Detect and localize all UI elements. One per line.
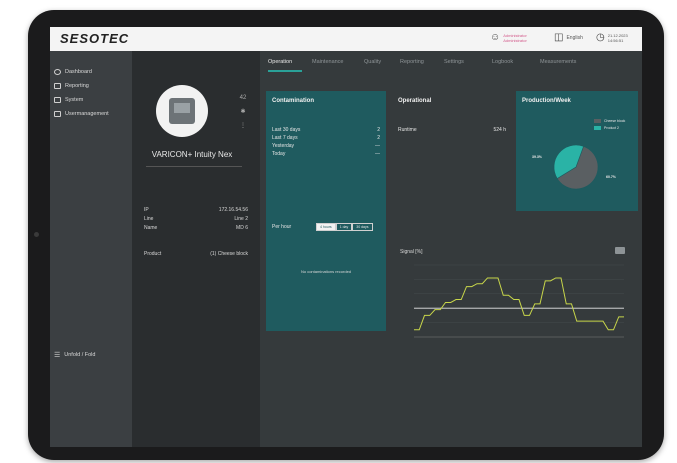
clock-icon bbox=[54, 69, 61, 75]
detail-key: Product bbox=[144, 251, 162, 257]
range-30-days[interactable]: 30 days bbox=[352, 223, 373, 231]
contamination-row: Yesterday — bbox=[272, 143, 380, 149]
range-1-day[interactable]: 1 day bbox=[335, 223, 353, 231]
report-icon bbox=[54, 83, 61, 89]
users-icon bbox=[54, 111, 61, 117]
detail-key: IP bbox=[144, 207, 149, 213]
pie-label-1: 39.3% bbox=[532, 155, 542, 159]
device-image bbox=[156, 85, 208, 137]
signal-series-line bbox=[414, 277, 624, 331]
row-label: Last 30 days bbox=[272, 127, 301, 133]
top-bar: SESOTEC ☺ Administrator Administrator ◫ … bbox=[50, 27, 642, 51]
sidebar-item-label: System bbox=[65, 97, 84, 103]
contamination-row: Today — bbox=[272, 151, 380, 157]
tab-reporting[interactable]: Reporting bbox=[400, 59, 424, 65]
language-icon: ◫ bbox=[554, 32, 564, 43]
device-detail-ip: IP 172.16.54.56 bbox=[144, 207, 248, 213]
device-side-icons: 42 ✱ ⋮ bbox=[236, 91, 250, 133]
row-value: 2 bbox=[377, 135, 380, 141]
row-label: Today bbox=[272, 151, 286, 157]
sidebar-item-dashboard[interactable]: Dashboard bbox=[54, 69, 92, 75]
tablet-camera bbox=[34, 232, 39, 237]
card-title: Contamination bbox=[272, 98, 314, 104]
tab-logbook[interactable]: Logbook bbox=[492, 59, 513, 65]
range-4-hours[interactable]: 4 hours bbox=[316, 223, 336, 231]
production-pie-chart bbox=[553, 144, 599, 190]
user-menu[interactable]: ☺ Administrator Administrator bbox=[490, 32, 527, 44]
contamination-row: Last 30 days 2 bbox=[272, 127, 380, 133]
device-panel: 42 ✱ ⋮ VARICON+ Intuity Nex IP 172.16.54… bbox=[132, 51, 260, 447]
signal-chart-label: Signal [%] bbox=[400, 249, 423, 255]
tab-settings[interactable]: Settings bbox=[444, 59, 464, 65]
sidebar: Dashboard Reporting System Usermanagemen… bbox=[50, 51, 132, 447]
sidebar-item-label: Dashboard bbox=[65, 69, 92, 75]
runtime-row: Runtime 524 h bbox=[398, 127, 506, 133]
tab-operation[interactable]: Operation bbox=[268, 59, 292, 65]
device-detail-line: Line Line 2 bbox=[144, 216, 248, 222]
sidebar-item-reporting[interactable]: Reporting bbox=[54, 83, 89, 89]
range-selector: 4 hours 1 day 30 days bbox=[316, 223, 373, 231]
more-icon[interactable]: ⋮ bbox=[236, 119, 250, 133]
language-selector[interactable]: ◫ English bbox=[554, 33, 583, 43]
row-value: — bbox=[375, 143, 380, 149]
row-value: 524 h bbox=[493, 127, 506, 133]
tab-maintenance[interactable]: Maintenance bbox=[312, 59, 344, 65]
signal-options-button[interactable] bbox=[615, 247, 625, 254]
sidebar-item-usermanagement[interactable]: Usermanagement bbox=[54, 111, 109, 117]
detail-key: Name bbox=[144, 225, 158, 231]
row-label: Runtime bbox=[398, 127, 417, 133]
contamination-card: Contamination Last 30 days 2 Last 7 days… bbox=[266, 91, 386, 331]
device-detail-name: Name MD 6 bbox=[144, 225, 248, 231]
card-title: Operational bbox=[398, 98, 432, 104]
row-value: — bbox=[375, 151, 380, 157]
detail-value: MD 6 bbox=[236, 225, 248, 231]
contamination-row: Last 7 days 2 bbox=[272, 135, 380, 141]
metal-detector-icon bbox=[169, 98, 195, 124]
clock-icon: ◷ bbox=[596, 32, 605, 43]
per-hour-label: Per hour bbox=[272, 224, 292, 230]
sidebar-item-label: Reporting bbox=[65, 83, 89, 89]
language-label: English bbox=[566, 35, 583, 41]
device-product: Product (1) Cheese block bbox=[144, 251, 248, 257]
sidebar-collapse-button[interactable]: ☰ Unfold / Fold bbox=[54, 351, 95, 359]
no-contamination-message: No contaminations recorded bbox=[300, 269, 352, 274]
row-label: Yesterday bbox=[272, 143, 295, 149]
system-icon bbox=[54, 97, 61, 103]
detail-value: (1) Cheese block bbox=[210, 251, 248, 257]
datetime: ◷ 21.12.2023 14:56:51 bbox=[596, 32, 628, 44]
main-content: Operation Maintenance Quality Reporting … bbox=[260, 51, 642, 447]
tab-bar: Operation Maintenance Quality Reporting … bbox=[260, 51, 642, 73]
pie-label-2: 60.7% bbox=[606, 175, 616, 179]
sidebar-collapse-label: Unfold / Fold bbox=[64, 352, 96, 358]
active-tab-indicator bbox=[268, 70, 302, 72]
settings-icon[interactable]: ✱ bbox=[236, 105, 250, 119]
detail-key: Line bbox=[144, 216, 154, 222]
detail-value: Line 2 bbox=[234, 216, 248, 222]
signal-line-chart bbox=[414, 264, 624, 338]
row-label: Last 7 days bbox=[272, 135, 298, 141]
production-week-card: Production/Week Cheese block Product 2 3… bbox=[516, 91, 638, 211]
user-icon: ☺ bbox=[490, 32, 501, 43]
detail-value: 172.16.54.56 bbox=[218, 207, 248, 213]
tab-measurements[interactable]: Measurements bbox=[540, 59, 576, 65]
tab-quality[interactable]: Quality bbox=[364, 59, 381, 65]
sesotec-logo: SESOTEC bbox=[60, 31, 130, 46]
menu-icon: ☰ bbox=[54, 352, 61, 359]
divider bbox=[146, 166, 242, 167]
device-name: VARICON+ Intuity Nex bbox=[151, 150, 233, 159]
time-text: 14:56:51 bbox=[607, 38, 624, 43]
operational-card: Operational Runtime 524 h bbox=[392, 91, 510, 211]
device-counter: 42 bbox=[239, 95, 247, 101]
app-screen: SESOTEC ☺ Administrator Administrator ◫ … bbox=[50, 27, 642, 447]
sidebar-item-label: Usermanagement bbox=[65, 111, 109, 117]
row-value: 2 bbox=[377, 127, 380, 133]
user-name: Administrator bbox=[503, 38, 527, 43]
sidebar-item-system[interactable]: System bbox=[54, 97, 83, 103]
